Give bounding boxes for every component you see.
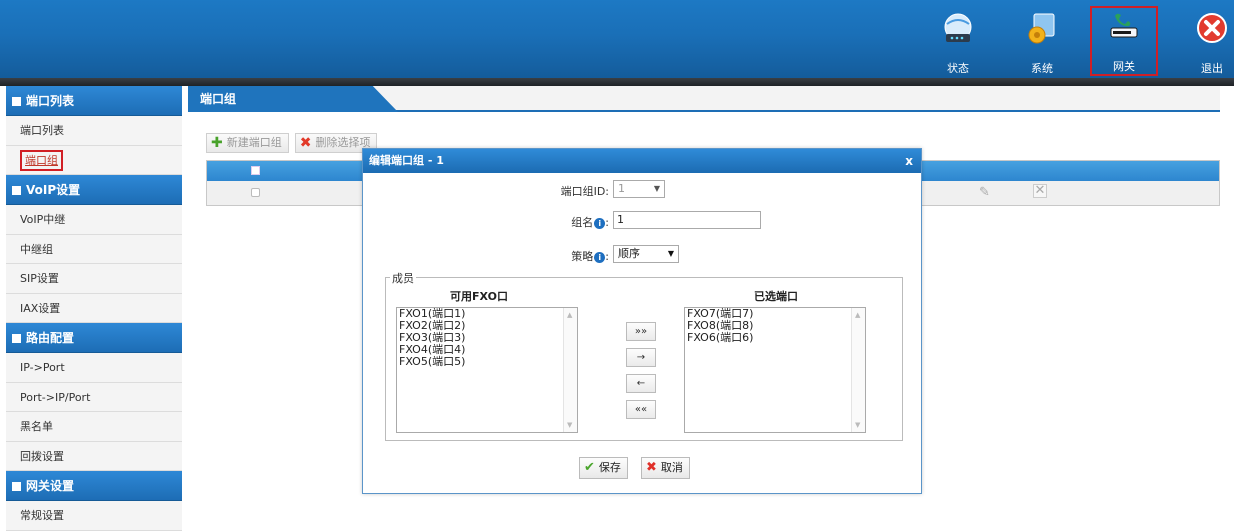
cancel-button[interactable]: ✖ 取消 — [641, 457, 690, 479]
nav-system-label: 系统 — [1031, 62, 1053, 75]
edit-port-group-dialog: 编辑端口组 - 1 x 端口组ID: 1 ▼ 组名 i: 1 策略 i: 顺序 ▼ 成员… — [362, 148, 922, 494]
dialog-titlebar: 编辑端口组 - 1 x — [363, 149, 921, 173]
sidebar-item-general[interactable]: 常规设置 — [6, 501, 182, 531]
top-divider — [0, 78, 1234, 86]
sidebar-item-callback[interactable]: 回拨设置 — [6, 441, 182, 471]
move-all-right-button[interactable]: »» — [626, 322, 656, 341]
sidebar-section-routing[interactable]: 路由配置 — [6, 323, 182, 353]
plus-icon: ✚ — [211, 135, 223, 151]
sidebar-item-voip-trunk[interactable]: VoIP中继 — [6, 205, 182, 235]
system-settings-icon — [1028, 13, 1055, 44]
status-globe-icon — [944, 13, 972, 42]
dialog-title: 编辑端口组 - 1 — [369, 154, 444, 167]
delete-row-icon[interactable]: ✕ — [1033, 184, 1047, 198]
delete-icon: ✖ — [299, 135, 312, 151]
sidebar-item-port-group[interactable]: 端口组 — [6, 145, 182, 175]
gateway-phone-icon — [1110, 13, 1138, 38]
chevron-down-icon: ▼ — [653, 184, 660, 193]
sidebar-section-gateway[interactable]: 网关设置 — [6, 471, 182, 501]
toolbar: ✚ 新建端口组 ✖ 删除选择项 — [206, 133, 383, 153]
new-port-group-button[interactable]: ✚ 新建端口组 — [206, 133, 289, 153]
edit-icon[interactable]: ✎ — [979, 185, 990, 200]
close-button[interactable]: x — [905, 149, 913, 173]
exit-icon — [1197, 13, 1227, 43]
nav-exit[interactable]: 退出 — [1184, 10, 1234, 76]
scroll-down-icon[interactable]: ▼ — [855, 421, 860, 429]
scrollbar[interactable]: ▲ ▼ — [563, 308, 577, 432]
collapse-icon — [12, 186, 21, 195]
scroll-down-icon[interactable]: ▼ — [567, 421, 572, 429]
scroll-up-icon[interactable]: ▲ — [855, 311, 860, 319]
list-item[interactable]: FXO5(端口5) — [397, 356, 577, 368]
sidebar-item-port-ip-port[interactable]: Port->IP/Port — [6, 382, 182, 412]
group-id-label: 端口组ID: — [560, 185, 609, 198]
collapse-icon — [12, 97, 21, 106]
collapse-icon — [12, 334, 21, 343]
tab-port-group[interactable]: 端口组 — [188, 86, 398, 112]
group-id-select[interactable]: 1 ▼ — [613, 180, 665, 198]
sidebar-section-ports[interactable]: 端口列表 — [6, 86, 182, 116]
members-fieldset: 成员 可用FXO口 已选端口 FXO1(端口1) FXO2(端口2) FXO3(… — [385, 270, 903, 441]
sidebar-item-trunk-group[interactable]: 中继组 — [6, 234, 182, 264]
move-right-button[interactable]: → — [626, 348, 656, 367]
sidebar-item-blacklist[interactable]: 黑名单 — [6, 412, 182, 442]
row-checkbox[interactable] — [251, 188, 260, 197]
scrollbar[interactable]: ▲ ▼ — [851, 308, 865, 432]
group-name-label: 组名 i: — [571, 216, 609, 229]
members-legend: 成员 — [390, 270, 416, 286]
sidebar-item-port-list[interactable]: 端口列表 — [6, 116, 182, 146]
nav-gateway-label: 网关 — [1113, 60, 1135, 73]
sidebar: 端口列表 端口列表 端口组 VoIP设置 VoIP中继 中继组 SIP设置 IA… — [6, 86, 182, 531]
scroll-up-icon[interactable]: ▲ — [567, 311, 572, 319]
save-button[interactable]: ✔ 保存 — [579, 457, 628, 479]
nav-status[interactable]: 状态 — [930, 10, 986, 76]
move-all-left-button[interactable]: «« — [626, 400, 656, 419]
info-icon[interactable]: i — [594, 218, 606, 229]
sidebar-item-iax-settings[interactable]: IAX设置 — [6, 293, 182, 323]
strategy-select[interactable]: 顺序 ▼ — [613, 245, 679, 263]
check-icon: ✔ — [584, 460, 595, 475]
nav-exit-label: 退出 — [1201, 62, 1223, 75]
nav-status-label: 状态 — [947, 62, 969, 75]
available-ports-list[interactable]: FXO1(端口1) FXO2(端口2) FXO3(端口3) FXO4(端口4) … — [396, 307, 578, 433]
sidebar-item-ip-port[interactable]: IP->Port — [6, 353, 182, 383]
group-name-input[interactable]: 1 — [613, 211, 761, 229]
nav-gateway[interactable]: 网关 — [1090, 6, 1158, 76]
chevron-down-icon: ▼ — [667, 249, 674, 258]
nav-system[interactable]: 系统 — [1014, 10, 1070, 76]
selected-ports-title: 已选端口 — [754, 290, 798, 303]
top-banner: 状态 系统 网关 退出 — [0, 0, 1234, 78]
list-item[interactable]: FXO6(端口6) — [685, 332, 865, 344]
sidebar-item-sip-settings[interactable]: SIP设置 — [6, 264, 182, 294]
selected-ports-list[interactable]: FXO7(端口7) FXO8(端口8) FXO6(端口6) ▲ ▼ — [684, 307, 866, 433]
select-all-checkbox[interactable] — [251, 166, 260, 175]
collapse-icon — [12, 482, 21, 491]
sidebar-section-voip[interactable]: VoIP设置 — [6, 175, 182, 205]
move-left-button[interactable]: ← — [626, 374, 656, 393]
info-icon[interactable]: i — [594, 252, 606, 263]
tab-bar: 端口组 — [188, 86, 1220, 112]
cancel-icon: ✖ — [646, 460, 657, 475]
strategy-label: 策略 i: — [571, 250, 609, 263]
available-ports-title: 可用FXO口 — [450, 290, 508, 303]
